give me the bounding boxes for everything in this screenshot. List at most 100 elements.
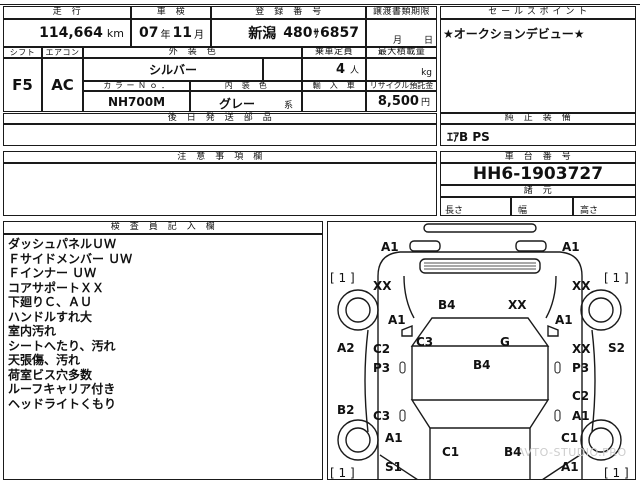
registration-number: 6857 [320,25,359,41]
aircon-value: AC [51,76,74,94]
specs-label: 諸 元 [440,185,636,197]
damage-mark: C2 [572,389,590,403]
interior-color-suffix: 系 [283,101,293,111]
transfer-deadline-cell: 月 日 [366,19,437,47]
interior-color-value: グレー [219,97,256,111]
inspector-note: コアサポートＸＸ [8,280,105,295]
interior-color-cell: グレー 系 [190,91,302,112]
max-load-unit: kg [421,68,432,78]
exterior-color-value: シルバー [148,63,197,77]
inspector-note: ルーフキャリア付き [8,382,116,396]
roof-rails [411,346,549,400]
inspector-label: 検 査 員 記 入 欄 [3,221,323,234]
door-handle-rear-right [554,409,561,422]
door-left [364,329,369,433]
damage-mark: A1 [555,313,573,327]
transfer-deadline-label: 譲渡書類期限 [366,6,437,19]
rear-window [410,399,550,429]
shift-cell: F5 [3,58,42,112]
import-car-label: 輸 入 車 [302,81,366,91]
damage-mark: [ 1 ] [604,466,629,480]
chassis-label: 車 台 番 号 [440,151,636,163]
color-no-value: NH700M [107,94,166,109]
equipment-label: 純 正 装 備 [440,113,636,124]
damage-mark: B4 [438,298,456,312]
registration-class: 480 [283,25,313,41]
top-strip [0,0,640,5]
inspector-note: ダッシュパネルＵＷ [8,237,117,251]
spec-length-cell: 長さ [440,197,511,216]
inspection-cell: 07 年 11 月 [131,19,211,47]
wheel-front-right [580,289,622,331]
capacity-value: 4 [335,62,345,77]
damage-mark: A1 [562,240,580,254]
damage-mark: B4 [504,445,522,459]
damage-mark: C3 [373,409,391,423]
inspector-note: シートへたり、汚れ [8,338,116,353]
later-parts-label: 後 日 発 送 部 品 [3,113,437,124]
mileage-unit: km [106,26,124,40]
inspection-year-unit: 年 [160,29,171,41]
recycle-fee-unit: 円 [420,98,430,108]
mileage-cell: 114,664 km [3,19,131,47]
interior-color-label: 内 装 色 [190,81,302,91]
damage-mark: XX [572,342,591,356]
aircon-label: エアコン [42,47,83,58]
watermark: AVTO-STUDIO.PRO [517,446,627,459]
damage-mark: A1 [385,431,403,445]
damage-mark: XX [373,279,392,293]
damage-mark: A1 [381,240,399,254]
damage-mark: C1 [442,445,460,459]
aircon-cell: AC [42,58,83,112]
damage-mark: B2 [337,403,355,417]
sales-point-box: ★オークションデビュー★ [440,19,636,113]
damage-mark: B4 [473,358,491,372]
inspector-note: Ｆサイドメンバー ＵＷ [8,251,133,266]
deadline-day-unit: 日 [424,36,434,46]
mirror-right [547,324,559,337]
sales-point-label: セ ー ル ス ポ イ ン ト [440,6,636,19]
color-no-cell: NH700M [83,91,190,112]
chassis-value: HH6-1903727 [472,164,604,184]
inspector-note: 荷室ビス穴多数 [8,367,93,382]
deadline-month-unit: 月 [393,36,403,46]
hub-rear-left [345,427,371,453]
damage-mark: P3 [572,361,590,375]
equipment-box: ｴｱB PS [440,124,636,146]
max-load-cell: kg [366,58,437,81]
spec-height-label: 高さ [580,206,599,216]
inspector-note: ハンドルすれ大 [8,309,93,324]
damage-mark: A1 [388,313,406,327]
color-no-label: カ ラ ー Ｎ ｏ ． [83,81,190,91]
door-right [591,329,596,433]
damage-mark: C2 [373,342,391,356]
inspection-month: 11 [172,25,192,41]
recycle-fee-label: リサイクル預託金 [366,81,437,91]
inspector-note: 天張傷、汚れ [8,353,81,367]
recycle-fee-value: 8,500 [377,94,419,109]
wheel-front-left [337,289,379,331]
capacity-unit: 人 [349,66,359,76]
spec-width-label: 幅 [518,206,528,216]
damage-mark: A1 [561,460,579,474]
capacity-cell: 4 人 [302,58,366,81]
max-load-label: 最大積載量 [366,47,437,58]
mileage-label: 走 行 [3,6,131,19]
damage-mark: P3 [373,361,391,375]
damage-mark: S2 [608,341,625,355]
inspector-note: 下廻りＣ、ＡＵ [8,295,93,309]
shift-label: シフト [3,47,42,58]
front-bumper [423,223,537,233]
damage-mark: S1 [385,460,402,474]
spec-length-label: 長さ [445,206,464,216]
registration-label: 登 録 番 号 [211,6,366,19]
sales-point-text: ★オークションデビュー★ [443,27,585,41]
exterior-color-extra-cell [263,58,302,81]
damage-mark: [ 1 ] [330,271,355,285]
headlight-left [409,240,441,252]
later-parts-box [3,124,437,146]
import-car-cell [302,91,366,112]
mirror-left [401,324,413,337]
shift-value: F5 [12,76,33,94]
headlight-right [515,240,547,252]
